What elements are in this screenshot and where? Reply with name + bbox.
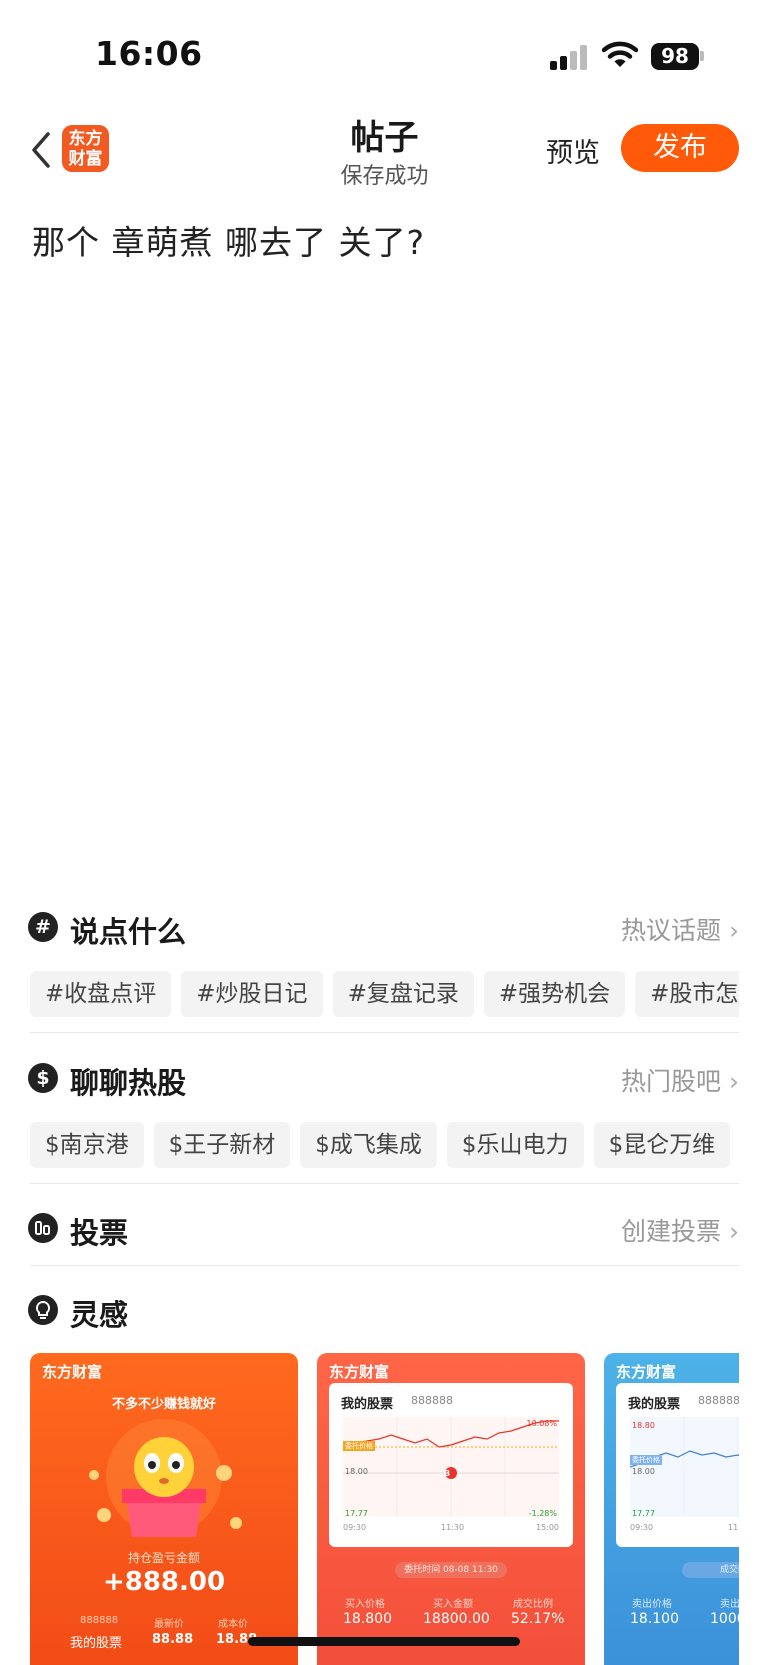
time-pill: 委托时间 08-08 11:30	[395, 1562, 507, 1578]
sell-price: 18.100	[630, 1611, 679, 1627]
hot-topics-label: 热议话题	[620, 916, 721, 945]
vote-icon	[28, 1213, 58, 1243]
buy-price-label: 买入价格	[345, 1599, 385, 1610]
divider	[30, 1032, 739, 1033]
time-end: 15:00	[535, 1523, 559, 1532]
mascot-illustration	[89, 1419, 242, 1537]
time-mid: 11:30	[441, 1523, 465, 1532]
chart-panel: 我的股票 888888 B 10.08% 委托价格 18.00 17.77 -1…	[329, 1383, 573, 1547]
intraday-chart	[343, 1417, 559, 1517]
topics-section-title: 说点什么	[70, 915, 187, 949]
card-amount: +888.00	[102, 1567, 226, 1597]
inspiration-card-buy[interactable]: 东方财富 我的股票 888888 B 10.08% 委托价格 18.00 17.…	[317, 1353, 585, 1665]
inspiration-cards: 东方财富 不多不少赚钱就好 持仓盈亏金额 +888.00 888888 最新价 …	[30, 1353, 739, 1665]
stock-chips: $南京港 $王子新材 $成飞集成 $乐山电力 $昆仑万维	[30, 1122, 739, 1168]
panel-title: 我的股票	[628, 1397, 681, 1412]
stock-chip[interactable]: $乐山电力	[446, 1122, 584, 1168]
panel-title: 我的股票	[341, 1397, 394, 1412]
sell-amount: 10000	[710, 1611, 739, 1627]
card-amount-label: 持仓盈亏金额	[127, 1551, 200, 1565]
time-mid: 11	[728, 1523, 739, 1532]
hot-stock-bar-link[interactable]: 热门股吧 ›	[621, 1062, 739, 1098]
inspiration-card-sell[interactable]: 东方财富 我的股票 888888 18.80 委托价格 18.00 17.77 …	[604, 1353, 739, 1665]
ratio-value: 52.17%	[511, 1611, 565, 1627]
card-brand: 东方财富	[329, 1363, 390, 1381]
inspiration-card-profit[interactable]: 东方财富 不多不少赚钱就好 持仓盈亏金额 +888.00 888888 最新价 …	[30, 1353, 298, 1665]
divider	[30, 1183, 739, 1184]
hot-topics-link[interactable]: 热议话题 ›	[621, 911, 739, 947]
chevron-right-icon: ›	[729, 1217, 739, 1246]
card-stock-code: 888888	[80, 1615, 119, 1626]
commission-tag: 委托价格	[630, 1455, 662, 1465]
buy-amount-label: 买入金额	[433, 1599, 473, 1610]
chevron-right-icon: ›	[729, 1067, 739, 1096]
post-content-input[interactable]: 那个 章萌煮 哪去了 关了?	[32, 216, 425, 264]
stocks-section-title: 聊聊热股	[70, 1066, 187, 1100]
cellular-signal-icon	[550, 44, 590, 70]
hot-stock-bar-label: 热门股吧	[620, 1067, 721, 1096]
commission-tag: 委托价格	[343, 1441, 375, 1451]
divider	[30, 1265, 739, 1266]
topic-chip[interactable]: #炒股日记	[181, 971, 323, 1017]
price-mid: 18.00	[632, 1467, 655, 1476]
create-vote-label: 创建投票	[620, 1217, 721, 1246]
stock-chip[interactable]: $成飞集成	[300, 1122, 437, 1168]
status-time: 16:06	[95, 34, 203, 73]
sell-price-label: 卖出价格	[632, 1599, 672, 1610]
sell-amount-label: 卖出	[720, 1599, 739, 1610]
time-start: 09:30	[343, 1523, 367, 1532]
time-start: 09:30	[630, 1523, 654, 1532]
wifi-icon	[602, 41, 638, 67]
buy-marker: B	[443, 1469, 451, 1478]
topic-chip[interactable]: #复盘记录	[332, 971, 474, 1017]
card-stock-name: 我的股票	[70, 1636, 123, 1651]
time-pill: 成交时间	[682, 1562, 739, 1578]
price-low: 17.77	[345, 1509, 368, 1518]
topic-chip[interactable]: #收盘点评	[30, 971, 172, 1017]
topic-chip[interactable]: #股市怎么	[635, 971, 739, 1017]
card-cost-label: 成本价	[218, 1619, 248, 1630]
buy-amount: 18800.00	[423, 1611, 490, 1627]
buy-price: 18.800	[343, 1611, 392, 1627]
ratio-label: 成交比例	[513, 1599, 553, 1610]
card-latest-label: 最新价	[154, 1619, 184, 1630]
pct-high: 10.08%	[526, 1419, 557, 1428]
topic-chip[interactable]: #强势机会	[483, 971, 626, 1017]
stock-chip[interactable]: $王子新材	[153, 1122, 291, 1168]
battery-indicator: 98	[651, 43, 699, 70]
inspiration-section-title: 灵感	[70, 1298, 129, 1332]
topic-chips: #收盘点评#炒股日记#复盘记录#强势机会#股市怎么	[30, 971, 739, 1017]
card-slogan: 不多不少赚钱就好	[111, 1397, 216, 1412]
chevron-right-icon: ›	[729, 916, 739, 945]
price-high: 18.80	[632, 1421, 655, 1430]
lightbulb-icon	[28, 1295, 58, 1325]
stock-chip[interactable]: $昆仑万维	[593, 1122, 731, 1168]
create-vote-link[interactable]: 创建投票 ›	[621, 1212, 739, 1248]
preview-button[interactable]: 预览	[546, 131, 600, 170]
stock-chip[interactable]: $南京港	[30, 1122, 144, 1168]
publish-button[interactable]: 发布	[621, 124, 739, 172]
card-latest-price: 88.88	[152, 1632, 194, 1647]
vote-section-title: 投票	[70, 1216, 129, 1250]
home-indicator[interactable]	[248, 1637, 520, 1646]
battery-tip	[700, 51, 704, 61]
hashtag-icon: #	[28, 912, 58, 942]
price-low: 17.77	[632, 1509, 655, 1518]
chart-panel: 我的股票 888888 18.80 委托价格 18.00 17.77 09:30…	[616, 1383, 739, 1547]
panel-code: 888888	[411, 1394, 453, 1407]
card-brand: 东方财富	[42, 1363, 103, 1381]
panel-code: 888888	[698, 1394, 739, 1407]
dollar-icon: $	[28, 1063, 58, 1093]
pct-low: -1.28%	[528, 1509, 557, 1518]
card-brand: 东方财富	[616, 1363, 677, 1381]
price-mid: 18.00	[345, 1467, 368, 1476]
